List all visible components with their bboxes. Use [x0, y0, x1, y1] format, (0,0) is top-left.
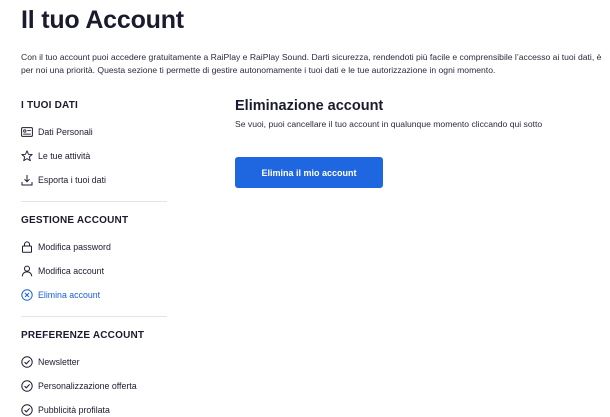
sidebar-item-modifica-password[interactable]: Modifica password	[21, 235, 167, 259]
intro-text: Con il tuo account puoi accedere gratuit…	[21, 52, 602, 75]
sidebar-item-esporta-dati[interactable]: Esporta i tuoi dati	[21, 168, 167, 192]
id-card-icon	[21, 126, 33, 138]
sidebar-item-label: Modifica password	[38, 242, 111, 252]
sidebar-item-modifica-account[interactable]: Modifica account	[21, 259, 167, 283]
sidebar-item-elimina-account[interactable]: Elimina account	[21, 283, 167, 307]
star-icon	[21, 150, 33, 162]
sidebar-item-personalizzazione-offerta[interactable]: Personalizzazione offerta	[21, 374, 167, 398]
user-icon	[21, 265, 33, 277]
sidebar: I TUOI DATI Dati Personali Le tue attivi…	[21, 100, 167, 417]
main-content: Eliminazione account Se vuoi, puoi cance…	[235, 98, 543, 188]
section-heading-preferenze-account: PREFERENZE ACCOUNT	[21, 330, 145, 341]
check-circle-icon	[21, 380, 33, 392]
delete-account-button[interactable]: Elimina il mio account	[235, 157, 383, 188]
section-heading-gestione-account: GESTIONE ACCOUNT	[21, 215, 129, 226]
check-circle-icon	[21, 404, 33, 416]
sidebar-item-label: Esporta i tuoi dati	[38, 175, 106, 185]
page-title: Il tuo Account	[21, 6, 184, 34]
sidebar-item-le-tue-attivita[interactable]: Le tue attività	[21, 144, 167, 168]
sidebar-item-label: Modifica account	[38, 266, 105, 276]
download-icon	[21, 174, 33, 186]
sidebar-item-dati-personali[interactable]: Dati Personali	[21, 120, 167, 144]
sidebar-item-pubblicita-profilata[interactable]: Pubblicità profilata	[21, 398, 167, 417]
sidebar-item-label: Dati Personali	[38, 127, 93, 137]
section-i-tuoi-dati: I TUOI DATI Dati Personali Le tue attivi…	[21, 100, 167, 192]
check-circle-icon	[21, 356, 33, 368]
section-title: Eliminazione account	[235, 98, 384, 114]
section-gestione-account: GESTIONE ACCOUNT Modifica password Modif…	[21, 215, 167, 307]
sidebar-item-label: Le tue attività	[38, 151, 91, 161]
sidebar-item-label: Personalizzazione offerta	[38, 381, 137, 391]
sidebar-item-newsletter[interactable]: Newsletter	[21, 350, 167, 374]
section-description: Se vuoi, puoi cancellare il tuo account …	[235, 119, 543, 129]
sidebar-item-label: Newsletter	[38, 357, 80, 367]
lock-icon	[21, 241, 33, 253]
section-preferenze-account: PREFERENZE ACCOUNT Newsletter Personaliz…	[21, 330, 167, 417]
close-circle-icon	[21, 289, 33, 301]
sidebar-item-label: Pubblicità profilata	[38, 405, 110, 415]
section-heading-i-tuoi-dati: I TUOI DATI	[21, 100, 79, 111]
sidebar-item-label: Elimina account	[38, 290, 101, 300]
